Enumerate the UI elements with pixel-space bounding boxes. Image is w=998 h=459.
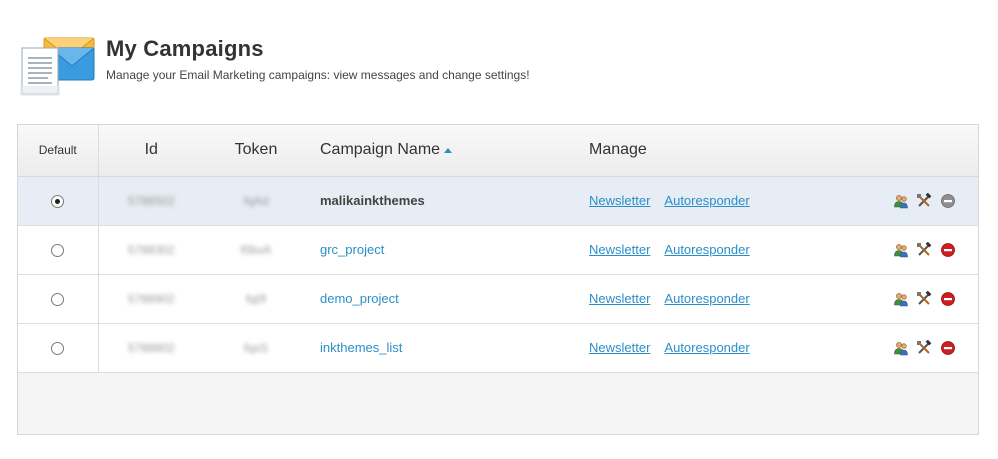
name-cell: grc_project [308,225,583,275]
header-token[interactable]: Token [204,125,308,177]
header-campaign-name[interactable]: Campaign Name [308,125,583,177]
campaigns-table: Default Id Token Campaign Name Manage 57… [17,124,979,435]
delete-icon[interactable] [940,291,956,307]
table-header-row: Default Id Token Campaign Name Manage [18,125,978,177]
users-icon[interactable] [893,193,909,209]
id-cell: 5788802 [98,323,204,373]
table-row: 5788902 fq0f demo_project Newsletter Auto… [18,274,978,324]
page-title: My Campaigns [106,36,264,61]
delete-icon[interactable] [940,340,956,356]
name-cell: inkthemes_list [308,323,583,373]
autoresponder-link[interactable]: Autoresponder [664,193,749,208]
token-cell: f0bvA [204,225,308,275]
id-cell: 5788302 [98,225,204,275]
campaign-token: f0bvA [240,243,272,257]
name-cell: malikainkthemes [308,176,583,226]
table-row: 5788802 fqsS inkthemes_list Newsletter Au… [18,323,978,373]
campaign-id: 5788302 [127,243,175,257]
header-default: Default [18,125,99,177]
autoresponder-link[interactable]: Autoresponder [664,291,749,306]
newsletter-link[interactable]: Newsletter [589,193,650,208]
users-icon[interactable] [893,291,909,307]
manage-cell: Newsletter Autoresponder [583,323,813,373]
name-cell: demo_project [308,274,583,324]
autoresponder-link[interactable]: Autoresponder [664,242,749,257]
campaign-name[interactable]: demo_project [320,291,399,306]
newsletter-link[interactable]: Newsletter [589,242,650,257]
delete-icon[interactable] [940,193,956,209]
default-radio[interactable] [51,293,65,307]
actions-cell [813,225,978,275]
header-campaign-name-label: Campaign Name [320,141,441,159]
newsletter-link[interactable]: Newsletter [589,291,650,306]
default-cell [18,176,99,226]
header-manage: Manage [583,125,813,177]
page-subtitle: Manage your Email Marketing campaigns: v… [106,68,530,82]
manage-cell: Newsletter Autoresponder [583,274,813,324]
id-cell: 5788502 [98,176,204,226]
manage-cell: Newsletter Autoresponder [583,176,813,226]
users-icon[interactable] [893,340,909,356]
actions-cell [813,274,978,324]
token-cell: fqsS [204,323,308,373]
token-cell: fqAd [204,176,308,226]
campaign-token: fqAd [243,194,269,208]
manage-cell: Newsletter Autoresponder [583,225,813,275]
users-icon[interactable] [893,242,909,258]
campaign-id: 5788502 [127,194,175,208]
default-cell [18,274,99,324]
default-cell [18,323,99,373]
default-radio[interactable] [51,195,65,209]
table-row: 5788502 fqAd malikainkthemes Newsletter A… [18,176,978,226]
tools-icon[interactable] [916,192,932,209]
campaign-token: fq0f [245,292,266,306]
tools-icon[interactable] [916,241,932,258]
tools-icon[interactable] [916,339,932,356]
campaign-name[interactable]: grc_project [320,242,384,257]
newsletter-link[interactable]: Newsletter [589,340,650,355]
campaign-mail-icon [20,37,95,96]
default-radio[interactable] [51,342,65,356]
default-radio[interactable] [51,244,65,258]
campaign-token: fqsS [243,341,268,355]
id-cell: 5788902 [98,274,204,324]
table-row: 5788302 f0bvA grc_project Newsletter Auto… [18,225,978,275]
campaign-id: 5788902 [127,292,175,306]
campaign-id: 5788802 [127,341,175,355]
sort-ascending-icon [444,147,453,153]
campaign-name[interactable]: inkthemes_list [320,340,402,355]
campaign-name[interactable]: malikainkthemes [320,193,425,208]
header-id[interactable]: Id [98,125,204,177]
delete-icon[interactable] [940,242,956,258]
actions-cell [813,323,978,373]
autoresponder-link[interactable]: Autoresponder [664,340,749,355]
default-cell [18,225,99,275]
header-actions [813,125,978,177]
page-header: My Campaigns Manage your Email Marketing… [18,34,718,100]
tools-icon[interactable] [916,290,932,307]
token-cell: fq0f [204,274,308,324]
actions-cell [813,176,978,226]
